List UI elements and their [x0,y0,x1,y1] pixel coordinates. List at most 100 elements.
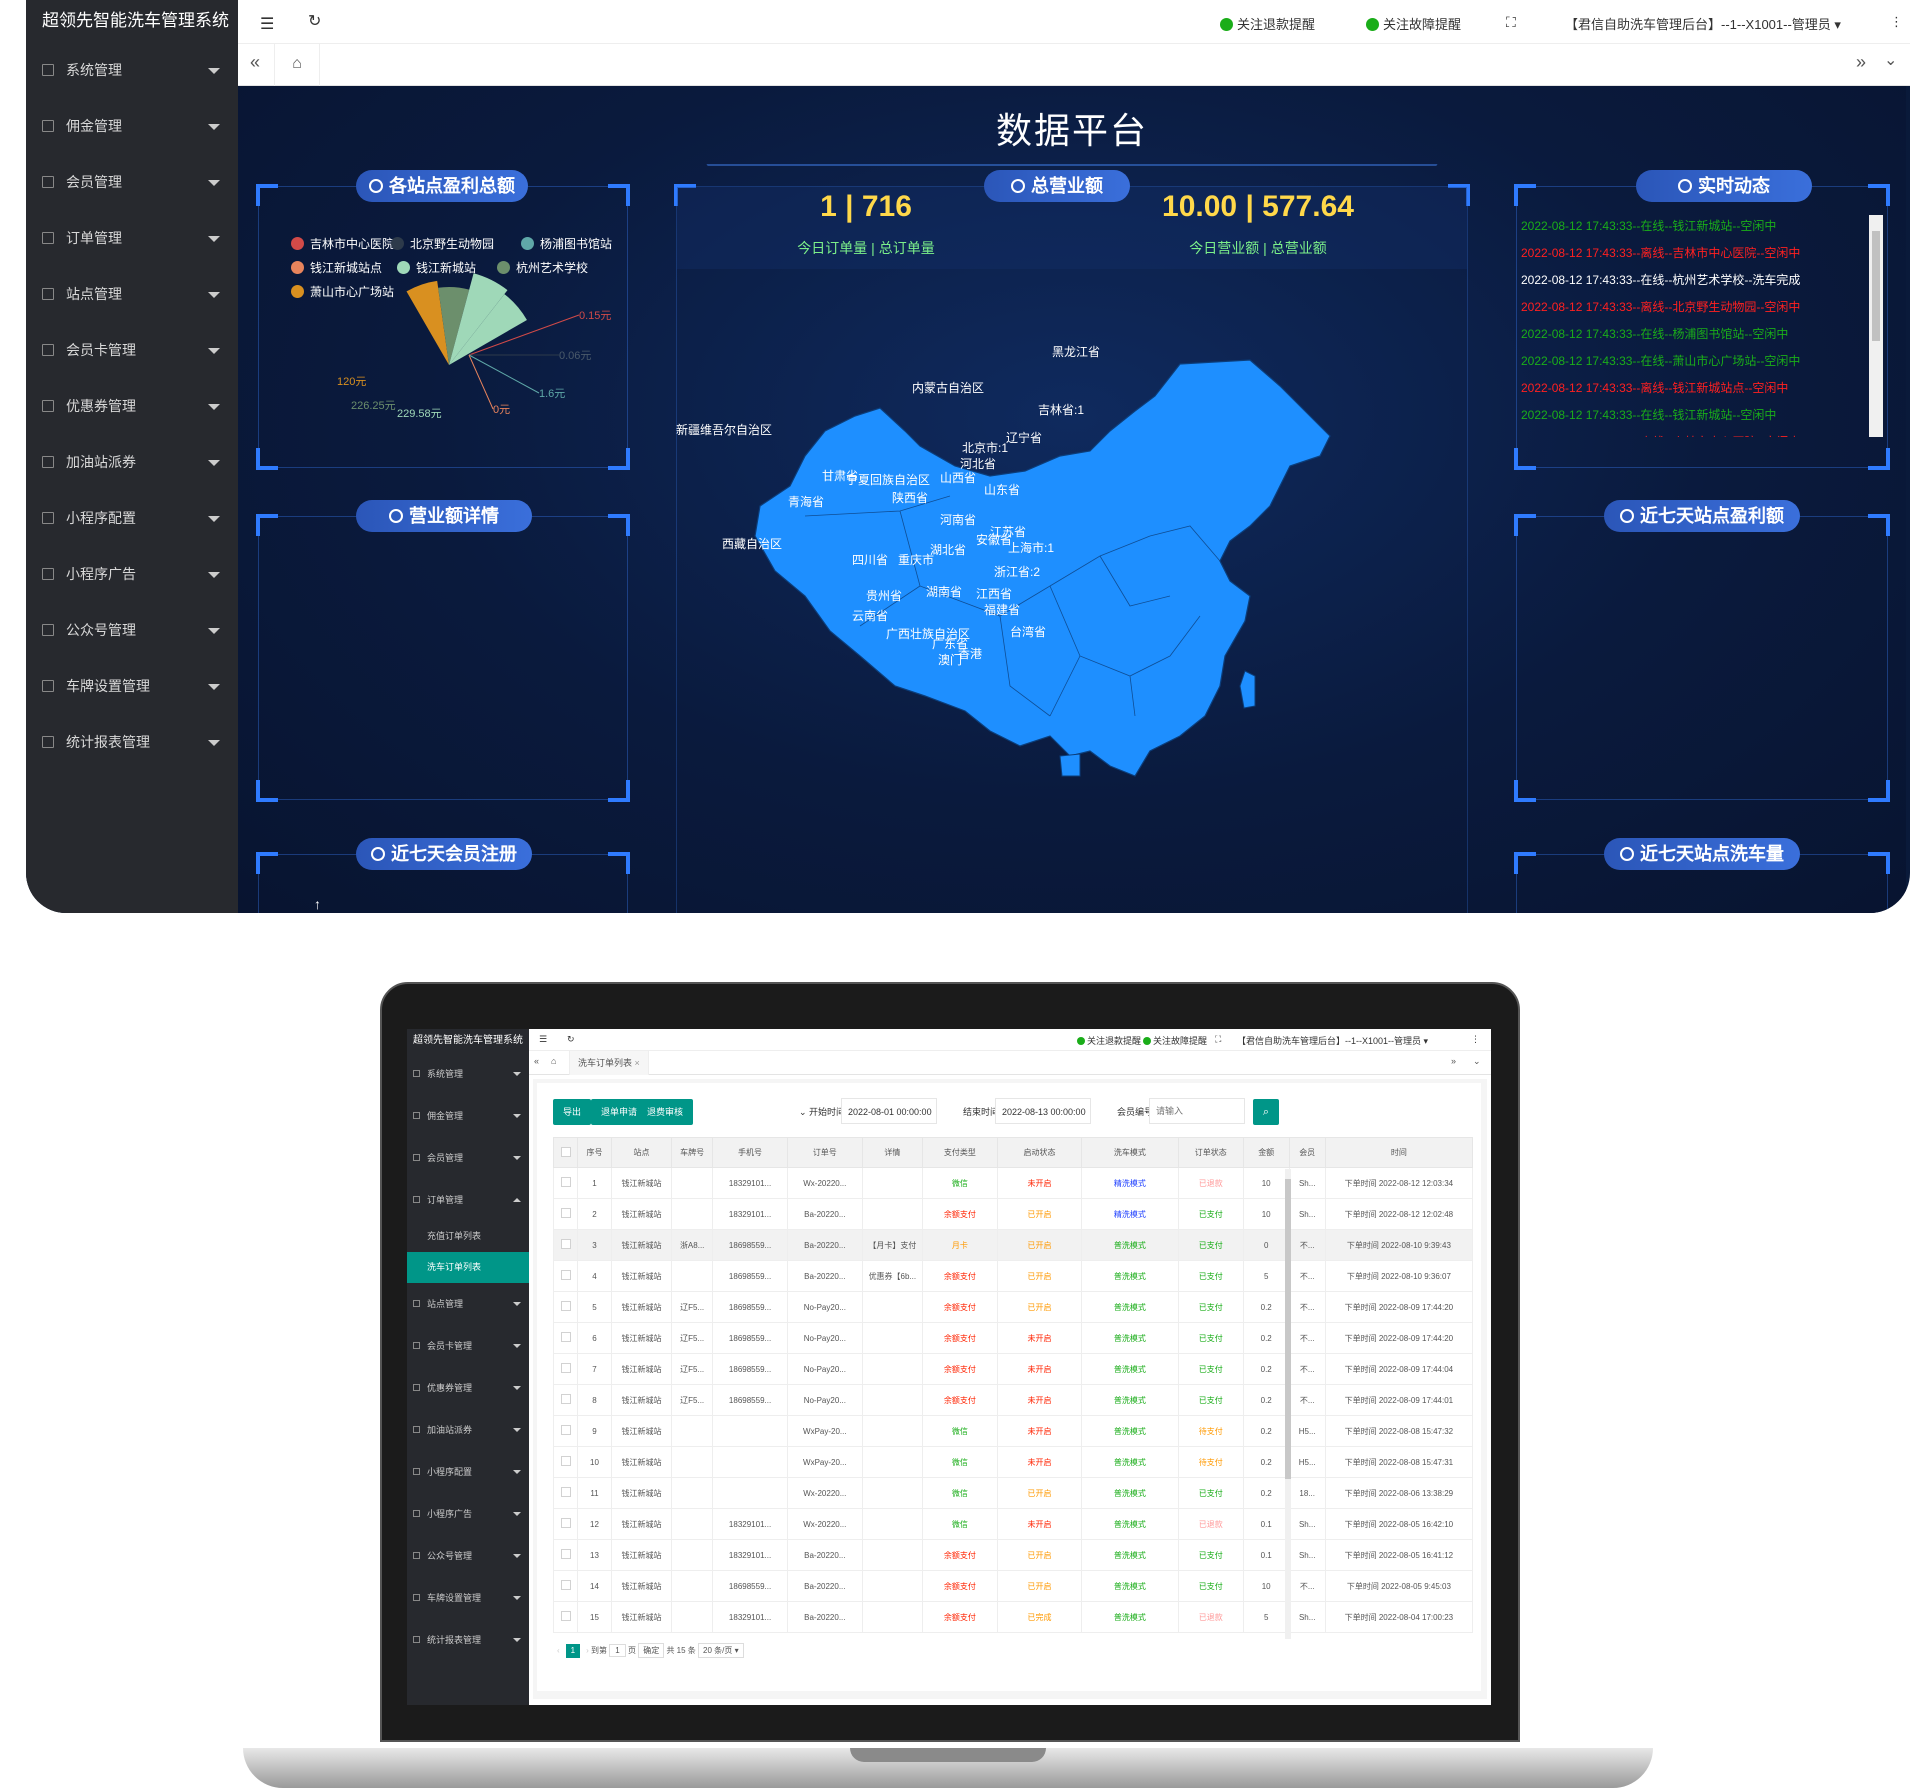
realtime-list[interactable]: 2022-08-12 17:43:33--在线--钱江新城站--空闲中 2022-… [1521,213,1866,437]
tab-car-wash-orders[interactable]: 洗车订单列表 × [569,1051,649,1075]
tab-scroll-left-icon[interactable]: « [534,1056,539,1066]
row-checkbox[interactable] [560,1456,571,1466]
refund-review-button[interactable]: 退费审核 [637,1099,694,1125]
column-header[interactable]: 支付类型 [922,1137,998,1168]
sidebar-item[interactable]: 优惠券管理 [407,1367,529,1409]
column-header[interactable]: 时间 [1324,1137,1474,1168]
sidebar-item[interactable]: 订单管理 [26,210,238,266]
row-checkbox[interactable] [560,1611,571,1621]
column-header[interactable]: 订单状态 [1177,1137,1244,1168]
page-size-select[interactable]: 20 条/页 ▾ [698,1643,744,1658]
sidebar-item[interactable]: 会员卡管理 [407,1325,529,1367]
sidebar-item[interactable]: 佣金管理 [407,1095,529,1137]
row-checkbox[interactable] [560,1487,571,1497]
table-row[interactable]: 5 钱江新城站 辽F5... 18698559... No-Pay20... 余额支付 已开… [552,1291,1474,1323]
sidebar-item[interactable]: 加油站派券 [407,1409,529,1451]
column-header[interactable]: 车牌号 [671,1137,714,1168]
sidebar-item[interactable]: 佣金管理 [26,98,238,154]
goto-confirm-button[interactable]: 确定 [638,1643,665,1658]
table-row[interactable]: 13 钱江新城站 18329101... Ba-20220... 余额支付 已开启 普洗模式… [552,1539,1474,1571]
table-row[interactable]: 9 钱江新城站 WxPay-20... 微信 未开启 普洗模式 待支付 0.2 H5... 下单时… [552,1415,1474,1447]
table-row[interactable]: 8 钱江新城站 辽F5... 18698559... No-Pay20... 余额支付 未开… [552,1384,1474,1416]
table-row[interactable]: 2 钱江新城站 18329101... Ba-20220... 余额支付 已开启 精洗模式已… [552,1198,1474,1230]
taiwan-shape[interactable] [1239,670,1256,709]
row-checkbox[interactable] [560,1425,571,1435]
tab-scroll-right-icon[interactable]: » [1856,52,1866,73]
home-tab-icon[interactable]: ⌂ [274,44,320,86]
column-header[interactable]: 会员 [1288,1137,1326,1168]
home-tab-icon[interactable]: ⌂ [551,1056,556,1066]
realtime-scrollbar[interactable] [1869,215,1883,437]
sidebar-item[interactable]: 统计报表管理 [26,714,238,770]
member-id-input[interactable] [1149,1098,1245,1124]
row-checkbox[interactable] [560,1208,571,1218]
sidebar-item[interactable]: 站点管理 [26,266,238,322]
row-checkbox[interactable] [560,1394,571,1404]
hainan-shape[interactable] [1059,753,1081,777]
start-time-input[interactable]: 2022-08-01 00:00:00 [841,1098,937,1124]
end-time-input[interactable]: 2022-08-13 00:00:00 [995,1098,1091,1124]
sidebar-item[interactable]: 会员管理 [407,1137,529,1179]
row-checkbox[interactable] [560,1301,571,1311]
tab-scroll-right-icon[interactable]: » [1451,1056,1456,1066]
sidebar-item[interactable]: 系统管理 [26,42,238,98]
column-header[interactable]: 手机号 [712,1137,788,1168]
sidebar-item[interactable]: 订单管理 [407,1179,529,1221]
user-menu-2[interactable]: 【君信自助洗车管理后台】--1--X1001--管理员 ▾ [1237,1034,1428,1047]
tab-options-icon[interactable]: ⌄ [1884,50,1897,70]
table-row[interactable]: 6 钱江新城站 辽F5... 18698559... No-Pay20... 余额支付 未开… [552,1322,1474,1354]
sidebar-subitem[interactable]: 洗车订单列表 [407,1252,529,1283]
sidebar-item[interactable]: 小程序配置 [407,1451,529,1493]
row-checkbox[interactable] [560,1332,571,1342]
fullscreen-icon[interactable]: ⛶ [1215,1034,1221,1045]
fault-alert-toggle[interactable]: 关注故障提醒 [1366,14,1461,33]
menu-toggle-icon[interactable]: ☰ [260,14,274,34]
sidebar-subitem[interactable]: 充值订单列表 [407,1221,529,1252]
row-checkbox[interactable] [560,1270,571,1280]
more-icon[interactable]: ⋮ [1471,1034,1480,1045]
sidebar-item[interactable]: 公众号管理 [407,1535,529,1577]
column-header[interactable]: 订单号 [786,1137,863,1168]
table-row[interactable]: 7 钱江新城站 辽F5... 18698559... No-Pay20... 余额支付 未开… [552,1353,1474,1385]
select-all-checkbox[interactable] [560,1146,571,1157]
sidebar-item[interactable]: 小程序广告 [26,546,238,602]
sidebar-item[interactable]: 会员卡管理 [26,322,238,378]
column-header[interactable]: 金额 [1242,1137,1290,1168]
close-icon[interactable]: × [635,1058,640,1068]
column-header[interactable]: 站点 [610,1137,673,1168]
table-row[interactable]: 12 钱江新城站 18329101... Wx-20220... 微信 未开启 普洗模式 已退… [552,1508,1474,1540]
search-button[interactable]: ⌕ [1253,1099,1279,1125]
sidebar-item[interactable]: 小程序配置 [26,490,238,546]
refund-alert-toggle-2[interactable]: 关注退款提醒 [1077,1034,1141,1047]
table-row[interactable]: 15 钱江新城站 18329101... Ba-20220... 余额支付 已完成 普洗模式… [552,1601,1474,1633]
export-button[interactable]: 导出 [553,1099,592,1125]
sidebar-item[interactable]: 系统管理 [407,1053,529,1095]
tab-options-icon[interactable]: ⌄ [1473,1056,1481,1067]
refresh-icon[interactable]: ↻ [567,1034,575,1045]
row-checkbox[interactable] [560,1518,571,1528]
sidebar-item[interactable]: 车牌设置管理 [26,658,238,714]
tab-scroll-left-icon[interactable]: « [250,52,260,73]
table-row[interactable]: 3 钱江新城站 浙A8... 18698559... Ba-20220... 【月卡】支付… [552,1229,1474,1261]
sidebar-item[interactable]: 公众号管理 [26,602,238,658]
row-checkbox[interactable] [560,1580,571,1590]
column-header[interactable]: 序号 [577,1137,612,1168]
page-current[interactable]: 1 [565,1644,580,1658]
refresh-icon[interactable]: ↻ [308,11,321,31]
menu-toggle-icon[interactable]: ☰ [539,1034,547,1045]
sidebar-item[interactable]: 站点管理 [407,1283,529,1325]
sidebar-item[interactable]: 小程序广告 [407,1493,529,1535]
table-row[interactable]: 14 钱江新城站 18698559... Ba-20220... 余额支付 已开启 普洗模式… [552,1570,1474,1602]
sidebar-item[interactable]: 车牌设置管理 [407,1577,529,1619]
sidebar-item[interactable]: 优惠券管理 [26,378,238,434]
fullscreen-icon[interactable]: ⛶ [1506,14,1516,31]
more-icon[interactable]: ⋮ [1890,14,1903,30]
china-mainland-shape[interactable] [754,359,1331,777]
column-header[interactable]: 详情 [861,1137,924,1168]
sidebar-item[interactable]: 加油站派券 [26,434,238,490]
table-row[interactable]: 1 钱江新城站 18329101... Wx-20220... 微信 未开启 精洗模式 已退款… [552,1167,1474,1199]
back-to-top-icon[interactable]: ↑ [314,896,321,912]
goto-page-input[interactable]: 1 [609,1644,626,1657]
row-checkbox[interactable] [560,1363,571,1373]
table-row[interactable]: 4 钱江新城站 18698559... Ba-20220... 优惠券【6b... 余额支… [552,1260,1474,1292]
